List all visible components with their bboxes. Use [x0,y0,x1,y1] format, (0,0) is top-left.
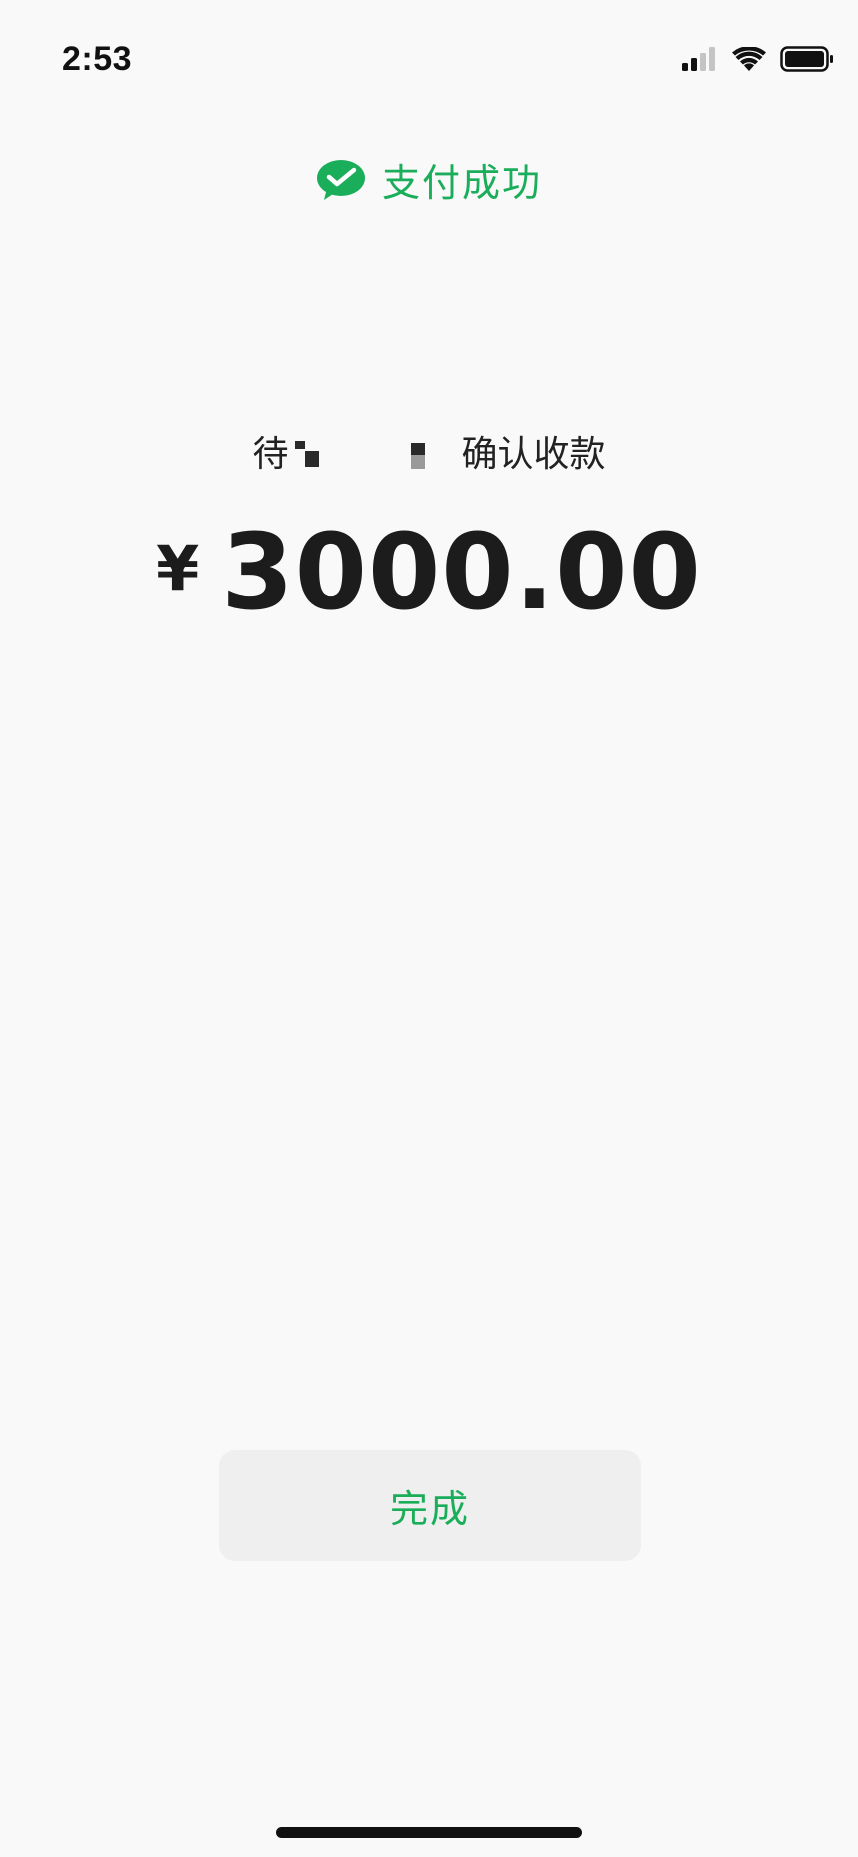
success-title: 支付成功 [381,161,542,205]
currency-symbol: ¥ [156,532,200,605]
amount-value: 3000.00 [221,511,702,633]
done-button[interactable]: 完成 [219,1450,641,1561]
home-indicator[interactable] [276,1827,582,1838]
payment-amount: ¥ 3000.00 [0,520,858,624]
wechat-pay-check-icon [316,159,365,200]
payee-suffix: 确认收款 [461,434,606,475]
status-indicators [682,46,834,72]
redacted-payee-name [293,429,458,473]
done-button-label: 完成 [389,1487,470,1531]
cellular-signal-icon [682,47,715,71]
status-bar: 2:53 [0,0,858,120]
payment-success-header: 支付成功 [0,152,858,207]
payee-status-text: 待 确认收款 [0,425,858,477]
battery-icon [780,46,833,72]
wifi-icon [732,46,766,71]
status-time: 2:53 [62,40,133,78]
payment-success-screen: 2:53 支付成功 待 确认收款 ¥ 3000.00 完成 [0,0,858,1857]
payee-prefix: 待 [252,434,289,475]
